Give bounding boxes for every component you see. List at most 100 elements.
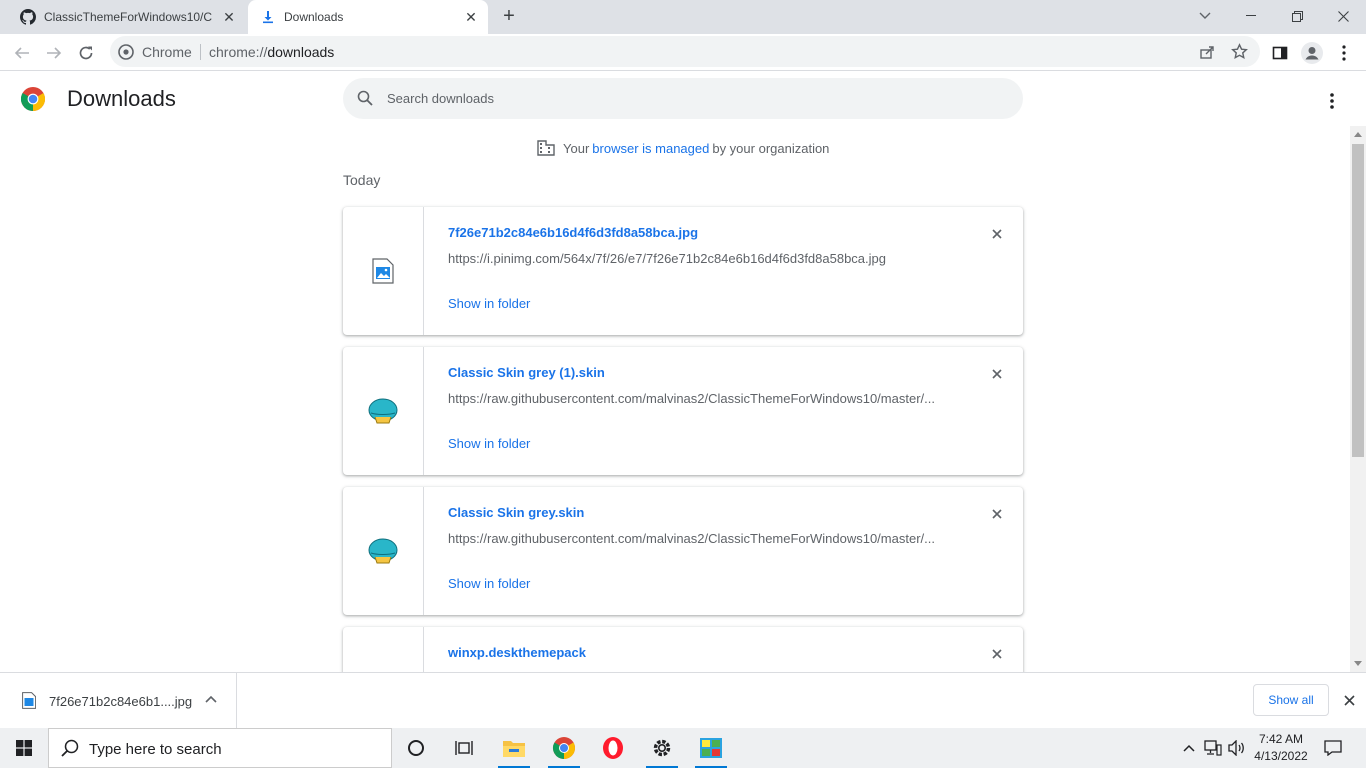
chrome-logo-icon — [21, 87, 45, 111]
site-chip-label: Chrome — [142, 44, 192, 60]
profile-button[interactable] — [1299, 40, 1325, 66]
close-tab-button[interactable]: ✕ — [462, 8, 480, 26]
taskbar-settings[interactable] — [638, 728, 686, 768]
show-hidden-icons-button[interactable] — [1178, 728, 1200, 768]
chevron-down-icon — [1199, 12, 1211, 19]
tab-title: Downloads — [284, 10, 344, 24]
file-name-link[interactable]: Classic Skin grey.skin — [448, 505, 584, 520]
managed-notice: Your browser is managed by your organiza… — [537, 140, 829, 156]
search-downloads[interactable] — [343, 78, 1023, 119]
taskbar-clock[interactable]: 7:42 AM 4/13/2022 — [1246, 731, 1316, 765]
close-shelf-button[interactable] — [1339, 690, 1359, 710]
clock-time: 7:42 AM — [1258, 732, 1304, 746]
side-panel-icon — [1272, 46, 1288, 60]
folder-icon — [503, 741, 525, 757]
task-view-button[interactable] — [440, 728, 488, 768]
close-icon — [1343, 694, 1355, 706]
close-icon — [992, 229, 1002, 239]
more-vertical-icon — [1342, 45, 1346, 61]
remove-button[interactable] — [987, 504, 1007, 524]
file-url[interactable]: https://i.pinimg.com/564x/7f/26/e7/7f26e… — [448, 251, 948, 266]
shelf-file-name: 7f26e71b2c84e6b1....jpg — [49, 694, 193, 709]
shell-file-icon — [368, 538, 398, 564]
url-path: downloads — [267, 44, 335, 60]
chrome-icon — [118, 44, 134, 60]
share-icon[interactable] — [1199, 44, 1215, 60]
reload-button[interactable] — [73, 40, 99, 66]
show-in-folder-link[interactable]: Show in folder — [448, 296, 530, 311]
cortana-circle-icon — [408, 740, 424, 756]
star-icon[interactable] — [1231, 43, 1248, 60]
avatar-icon — [1301, 42, 1323, 64]
start-button[interactable] — [0, 728, 48, 768]
file-icon-column — [343, 207, 424, 335]
network-button[interactable] — [1202, 728, 1224, 768]
close-window-button[interactable] — [1320, 0, 1366, 32]
browser-toolbar: Chrome chrome://downloads — [0, 34, 1366, 71]
tab-downloads[interactable]: Downloads ✕ — [248, 0, 488, 34]
page-title: Downloads — [67, 86, 176, 111]
show-in-folder-link[interactable]: Show in folder — [448, 436, 530, 451]
file-url[interactable]: https://raw.githubusercontent.com/malvin… — [448, 391, 948, 406]
notification-icon — [1324, 740, 1342, 756]
more-actions-button[interactable] — [1320, 89, 1344, 113]
forward-button[interactable] — [41, 40, 67, 66]
shelf-download-item[interactable]: 7f26e71b2c84e6b1....jpg — [0, 673, 237, 728]
file-icon-column — [343, 347, 424, 475]
action-center-button[interactable] — [1320, 728, 1346, 768]
chevron-up-icon[interactable] — [204, 693, 218, 707]
scrollbar-thumb[interactable] — [1352, 144, 1364, 457]
gear-icon — [653, 739, 671, 757]
taskbar-file-explorer[interactable] — [490, 728, 538, 768]
chrome-menu-button[interactable] — [1331, 40, 1357, 66]
taskbar-app[interactable] — [687, 728, 735, 768]
close-icon — [992, 369, 1002, 379]
new-tab-button[interactable]: + — [498, 6, 520, 28]
minimize-icon — [1246, 15, 1256, 16]
search-input[interactable] — [387, 88, 987, 108]
more-vertical-icon — [1330, 93, 1334, 109]
managed-prefix: Your — [563, 140, 590, 156]
url-scheme: chrome:// — [209, 44, 268, 60]
windows-taskbar: Type here to search 7:42 AM 4/13/2022 — [0, 728, 1366, 768]
chevron-up-icon — [1183, 744, 1195, 752]
date-heading: Today — [343, 172, 381, 188]
scrollbar[interactable] — [1350, 126, 1366, 672]
restore-button[interactable] — [1274, 0, 1320, 32]
volume-button[interactable] — [1226, 728, 1248, 768]
chrome-icon — [553, 737, 575, 759]
speaker-icon — [1228, 740, 1244, 756]
close-tab-button[interactable]: ✕ — [220, 8, 238, 26]
address-bar[interactable]: Chrome chrome://downloads — [110, 36, 1260, 67]
arrow-left-icon — [14, 47, 29, 59]
close-icon — [992, 649, 1002, 659]
file-name-link[interactable]: Classic Skin grey (1).skin — [448, 365, 605, 380]
colorful-app-icon — [700, 738, 722, 758]
remove-button[interactable] — [987, 224, 1007, 244]
tab-title: ClassicThemeForWindows10/Cla — [44, 10, 212, 24]
scroll-up-arrow-icon[interactable] — [1354, 132, 1362, 137]
download-icon — [263, 11, 273, 24]
remove-button[interactable] — [987, 364, 1007, 384]
managed-link[interactable]: browser is managed — [592, 141, 709, 156]
tab-search-button[interactable] — [1182, 0, 1228, 32]
show-in-folder-link[interactable]: Show in folder — [448, 576, 530, 591]
restore-icon — [1291, 10, 1303, 22]
taskbar-chrome[interactable] — [540, 728, 588, 768]
file-name-link[interactable]: winxp.deskthemepack — [448, 645, 586, 660]
scroll-down-arrow-icon[interactable] — [1354, 661, 1362, 666]
download-item: Classic Skin grey (1).skin https://raw.g… — [343, 347, 1023, 475]
back-button[interactable] — [9, 40, 35, 66]
file-url[interactable]: https://raw.githubusercontent.com/malvin… — [448, 531, 948, 546]
cortana-button[interactable] — [392, 728, 440, 768]
file-name-link[interactable]: 7f26e71b2c84e6b16d4f6d3fd8a58bca.jpg — [448, 225, 698, 240]
minimize-button[interactable] — [1228, 0, 1274, 32]
taskbar-search[interactable]: Type here to search — [48, 728, 392, 768]
remove-button[interactable] — [987, 644, 1007, 664]
taskbar-opera[interactable] — [589, 728, 637, 768]
search-icon — [357, 90, 373, 106]
download-shelf: 7f26e71b2c84e6b1....jpg Show all — [0, 672, 1366, 728]
show-all-button[interactable]: Show all — [1253, 684, 1329, 716]
side-panel-button[interactable] — [1267, 40, 1293, 66]
tab-github[interactable]: ClassicThemeForWindows10/Cla ✕ — [0, 0, 246, 34]
